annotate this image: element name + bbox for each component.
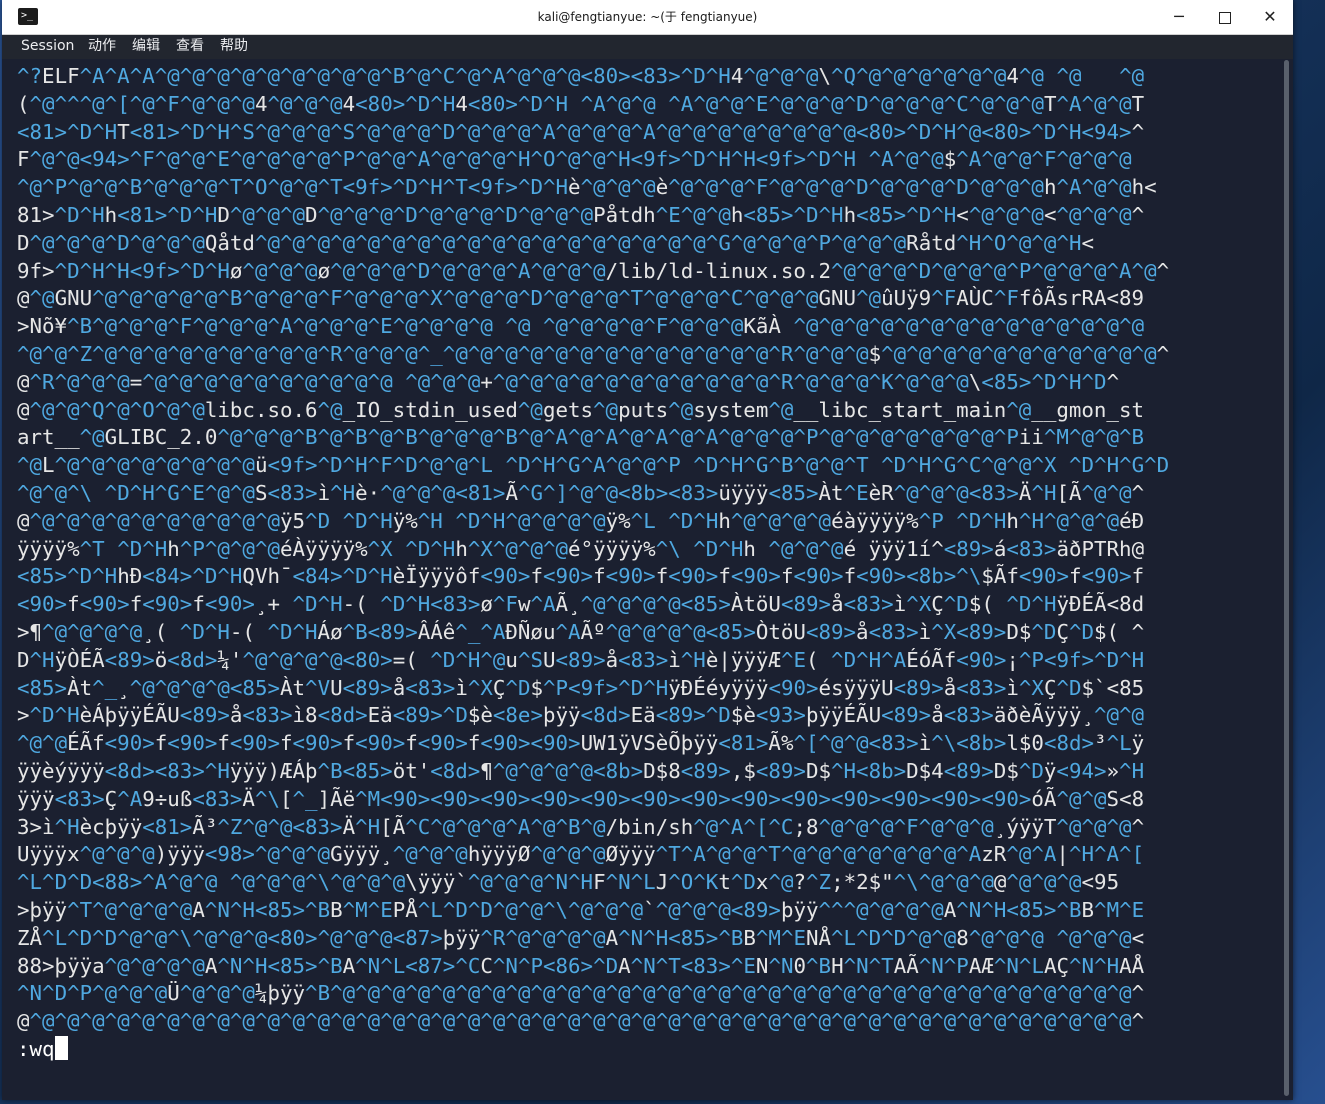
terminal-line: >^D^HèÁþÿÿÉÃU<89>å<83>ì8<8d>Eä<89>^D$è<8… bbox=[17, 703, 1145, 728]
vim-command-text: :wq bbox=[17, 1036, 55, 1061]
terminal-line: ^@L^@^@^@^@^@^@^@^@ü<9f>^D^H^F^D^@^@^L ^… bbox=[17, 453, 1170, 478]
terminal-line: ÿÿÿÿ%^T ^D^Hh^P^@^@^@éÀÿÿÿÿ%^X ^D^Hh^X^@… bbox=[17, 536, 1145, 561]
terminal-line: D^HÿÒÉÃ<89>ö<8d>¼'^@^@^@^@<80>=( ^D^H^@u… bbox=[17, 647, 1145, 672]
terminal-line: ^L^D^D<88>^A^@^@ ^@^@^@^\^@^@^@\ÿÿÿ`^@^@… bbox=[17, 870, 1120, 895]
terminal-line: ^@^@^Z^@^@^@^@^@^@^@^@^@^R^@^@^@^_^@^@^@… bbox=[17, 341, 1170, 366]
menu-view[interactable]: 查看 bbox=[172, 35, 208, 59]
terminal-line: >¶^@^@^@^@¸( ^D^H-( ^D^HÁø^B<89>ÂÁê^_^AÐ… bbox=[17, 619, 1145, 644]
maximize-icon bbox=[1219, 11, 1231, 24]
terminal-area[interactable]: ^?ELF^A^A^A^@^@^@^@^@^@^@^@^@^B^@^C^@^A^… bbox=[2, 59, 1278, 1100]
terminal-line: art__^@GLIBC_2.0^@^@^@^B^@^B^@^B^@^@^@^B… bbox=[17, 425, 1145, 450]
close-button[interactable]: ✕ bbox=[1247, 0, 1293, 34]
terminal-line: 3>ì^Hècþÿÿ<81>Ã³^Z^@^@<83>Ä^H[Ã^C^@^@^@^… bbox=[17, 814, 1145, 839]
terminal-line: @^@^@^@^@^@^@^@^@^@^@^@^@^@^@^@^@^@^@^@^… bbox=[17, 1009, 1145, 1034]
terminal-line: Uÿÿÿx^@^@^@)ÿÿÿ<98>^@^@^@Gÿÿÿ¸^@^@^@hÿÿÿ… bbox=[17, 842, 1145, 867]
terminal-line: <85>Àt^_¸^@^@^@^@<85>Àt^VU<89>å<83>ì^XÇ^… bbox=[17, 675, 1145, 700]
menu-bar: Session 动作 编辑 查看 帮助 bbox=[2, 35, 1293, 59]
scrollbar[interactable] bbox=[1281, 60, 1291, 1096]
terminal-line: @^@^@^Q^@^O^@^@libc.so.6^@_IO_stdin_used… bbox=[17, 397, 1144, 422]
terminal-line: ^@^@^\ ^D^H^G^E^@^@S<83>ì^Hè·^@^@^@<81>Ã… bbox=[17, 480, 1145, 505]
terminal-line: F^@^@<94>^F^@^@^E^@^@^@^@^P^@^@^A^@^@^@^… bbox=[17, 147, 1132, 172]
terminal-line: >þÿÿ^T^@^@^@^@A^N^H<85>^BB^M^EPÅ^L^D^D^@… bbox=[17, 897, 1145, 922]
text-cursor bbox=[54, 1035, 68, 1060]
terminal-line: <90>f<90>f<90>f<90>¸+ ^D^H-( ^D^H<83>ø^F… bbox=[17, 592, 1145, 617]
terminal-line: D^@^@^@^D^@^@^@Qåtd^@^@^@^@^@^@^@^@^@^@^… bbox=[17, 230, 1095, 255]
terminal-line: ^@^P^@^@^B^@^@^@^T^O^@^@^T<9f>^D^H^T<9f>… bbox=[17, 175, 1157, 200]
terminal-line: <85>^D^HhÐ<84>^D^HQVh¯<84>^D^HèÏÿÿÿôf<90… bbox=[17, 564, 1145, 589]
terminal-line: 9f>^D^H^H<9f>^D^Hø^@^@^@ø^@^@^@^D^@^@^@^… bbox=[17, 258, 1170, 283]
menu-edit[interactable]: 编辑 bbox=[128, 35, 164, 59]
title-bar[interactable]: >_ kali@fengtianyue: ~(于 fengtianyue) ─ … bbox=[2, 0, 1293, 35]
terminal-line: ÿÿÿ<83>Ç^A9÷uß<83>Ä^\[^_]Ãë^M<90><90><90… bbox=[17, 786, 1145, 811]
terminal-line: >Nõ¥^B^@^@^@^F^@^@^@^A^@^@^@^E^@^@^@^@ ^… bbox=[17, 314, 1145, 339]
menu-actions[interactable]: 动作 bbox=[84, 35, 120, 59]
maximize-button[interactable] bbox=[1202, 0, 1248, 34]
menu-help[interactable]: 帮助 bbox=[216, 35, 252, 59]
terminal-line: @^@GNU^@^@^@^@^@^B^@^@^@^F^@^@^@^X^@^@^@… bbox=[17, 286, 1145, 311]
terminal-line: ^@^@ÉÃf<90>f<90>f<90>f<90>f<90>f<90>f<90… bbox=[17, 731, 1145, 756]
terminal-window: >_ kali@fengtianyue: ~(于 fengtianyue) ─ … bbox=[2, 0, 1293, 1100]
minimize-button[interactable]: ─ bbox=[1156, 0, 1202, 34]
menu-session[interactable]: Session bbox=[17, 35, 78, 59]
vim-command-line[interactable]: :wq bbox=[17, 1035, 1278, 1064]
terminal-line: 81>^D^Hh<81>^D^HD^@^@^@D^@^@^@^D^@^@^@^D… bbox=[17, 202, 1145, 227]
terminal-line: ^N^D^P^@^@^@Ü^@^@^@¼þÿÿ^B^@^@^@^@^@^@^@^… bbox=[17, 981, 1145, 1006]
terminal-line: @^R^@^@^@=^@^@^@^@^@^@^@^@^@^@ ^@^@^@+^@… bbox=[17, 369, 1120, 394]
terminal-line: 88>þÿÿa^@^@^@^@A^N^H<85>^BA^N^L<87>^CC^N… bbox=[17, 953, 1145, 978]
terminal-output: ^?ELF^A^A^A^@^@^@^@^@^@^@^@^@^B^@^C^@^A^… bbox=[17, 63, 1278, 1064]
terminal-line: @^@^@^@^@^@^@^@^@^@^@ÿ5^D ^D^Hÿ%^H ^D^H^… bbox=[17, 508, 1145, 533]
scrollbar-thumb[interactable] bbox=[1284, 60, 1289, 1096]
terminal-line: ^?ELF^A^A^A^@^@^@^@^@^@^@^@^@^B^@^C^@^A^… bbox=[17, 64, 1145, 88]
terminal-line: (^@^^^@^[^@^F^@^@^@4^@^@^@4<80>^D^H4<80>… bbox=[17, 91, 1145, 116]
terminal-line: <81>^D^HT<81>^D^H^S^@^@^@^S^@^@^@^D^@^@^… bbox=[17, 119, 1145, 144]
terminal-line: ÿÿèýÿÿÿ<8d><83>^Hÿÿÿ)ÆÁþ^B<85>öt'<8d>¶^@… bbox=[17, 758, 1145, 783]
terminal-line: ZÅ^L^D^D^@^@^\^@^@^@<80>^@^@^@<87>þÿÿ^R^… bbox=[17, 925, 1145, 950]
window-title: kali@fengtianyue: ~(于 fengtianyue) bbox=[537, 10, 758, 24]
